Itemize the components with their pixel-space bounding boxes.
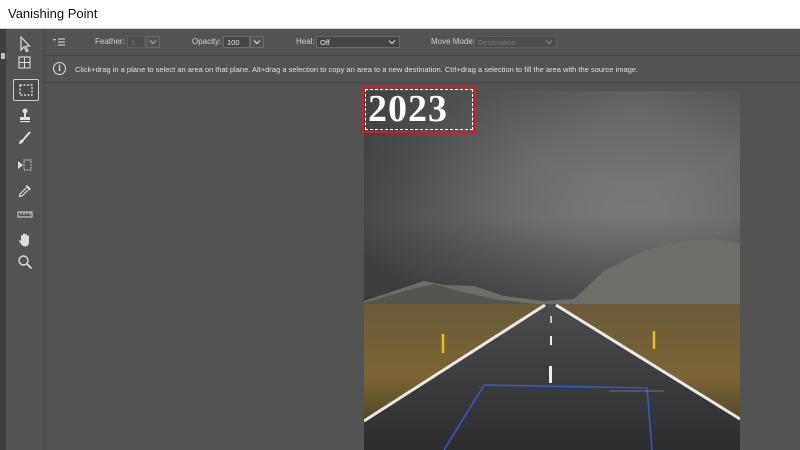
panel-collapse-handle[interactable] [1,53,5,59]
chevron-down-icon [545,40,553,45]
hand-tool[interactable] [13,230,37,250]
tools-panel [6,29,45,450]
measure-tool[interactable] [13,204,37,224]
chevron-down-icon [388,40,396,45]
feather-dropdown[interactable] [146,36,160,48]
stamp-icon [20,108,30,123]
marquee-tool[interactable] [13,79,39,101]
options-bar: Feather: 1 Opacity: 100 Heal: Off Move M… [45,29,800,56]
info-icon: i [53,62,66,75]
opacity-label: Opacity: [192,37,222,46]
road-photo[interactable] [364,91,740,450]
info-text: Click+drag in a plane to select an area … [75,65,639,74]
brush-icon [19,131,31,144]
info-bar: i Click+drag in a plane to select an are… [45,56,800,83]
heal-value: Off [320,38,330,47]
transform-icon [18,159,32,171]
create-plane-icon [18,56,31,69]
move-mode-label: Move Mode: [431,37,476,46]
heal-select[interactable]: Off [316,36,400,48]
panel-menu-icon[interactable] [53,38,65,46]
zoom-icon [18,255,33,270]
road-image [364,91,740,450]
edit-plane-icon [20,36,31,52]
title-bar: Vanishing Point [0,0,800,29]
edit-plane-tool[interactable] [13,34,37,54]
transform-tool[interactable] [13,155,37,175]
opacity-dropdown[interactable] [250,36,264,48]
create-plane-tool[interactable] [13,53,37,73]
move-mode-value: Destination [478,38,516,47]
highlight-box: 2023 [362,86,476,133]
measure-icon [17,211,33,218]
chevron-down-icon [149,40,157,45]
feather-input[interactable]: 1 [127,36,145,48]
brush-tool[interactable] [13,128,37,148]
opacity-input[interactable]: 100 [223,36,250,48]
stamp-tool[interactable] [13,105,37,125]
marquee-icon [19,84,33,96]
window-title: Vanishing Point [8,6,98,21]
chevron-down-icon [253,40,261,45]
eyedropper-icon [18,185,31,198]
heal-label: Heal: [296,37,315,46]
zoom-tool[interactable] [13,252,37,272]
feather-label: Feather: [95,37,125,46]
eyedropper-tool[interactable] [13,181,37,201]
selection-text: 2023 [368,88,448,130]
opacity-value: 100 [227,38,240,47]
feather-value: 1 [131,38,136,47]
move-mode-select[interactable]: Destination [474,36,557,48]
hand-icon [19,233,29,247]
